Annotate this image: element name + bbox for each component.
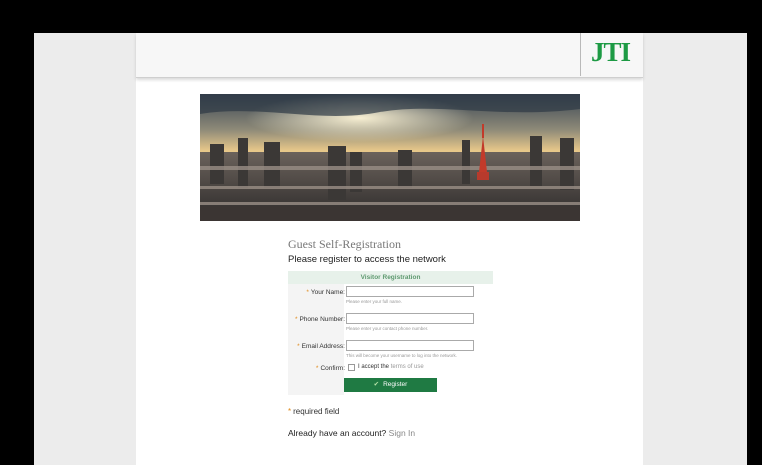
terms-text: I accept the terms of use — [358, 364, 424, 370]
phone-hint: Please enter your contact phone number. — [346, 326, 429, 331]
phone-label: * Phone Number: — [295, 316, 345, 323]
required-marker: * — [306, 289, 309, 296]
confirm-label: * Confirm: — [316, 365, 345, 372]
logo-container: JTI — [580, 33, 643, 76]
account-question: Already have an account? — [288, 428, 387, 438]
banner-image — [200, 94, 580, 221]
form-heading: Visitor Registration — [288, 271, 493, 284]
email-hint: This will become your username to log in… — [346, 353, 458, 358]
page-subtitle: Please register to access the network — [288, 254, 446, 265]
jti-logo: JTI — [591, 37, 631, 67]
site-header: JTI — [136, 33, 643, 78]
required-marker: * — [297, 343, 300, 350]
required-marker: * — [294, 316, 298, 323]
terms-checkbox[interactable] — [348, 364, 355, 371]
name-label-text: Your Name: — [310, 289, 345, 296]
name-hint: Please enter your full name. — [346, 299, 403, 304]
phone-label-text: Phone Number: — [299, 316, 345, 323]
name-field[interactable] — [346, 286, 474, 297]
tokyo-skyline-photo — [200, 94, 580, 221]
email-label-text: Email Address: — [301, 343, 345, 350]
page-title: Guest Self-Registration — [288, 237, 401, 251]
sign-in-link[interactable]: Sign In — [389, 428, 415, 438]
account-prompt: Already have an account? Sign In — [288, 428, 415, 438]
confirm-label-text: Confirm: — [320, 365, 345, 372]
required-marker: * — [315, 365, 319, 372]
terms-prefix: I accept the — [358, 364, 390, 370]
check-icon: ✔ — [373, 381, 380, 388]
register-button[interactable]: ✔ Register — [344, 378, 437, 392]
register-label: Register — [383, 381, 408, 388]
required-field-note: * required field — [288, 407, 339, 416]
required-note-text: required field — [293, 407, 340, 416]
required-marker: * — [288, 407, 292, 416]
browser-viewport: JTI Guest Self-Registration Please regis… — [34, 33, 747, 465]
registration-form: Visitor Registration * Your Name: Please … — [288, 271, 493, 395]
terms-link[interactable]: terms of use — [391, 364, 424, 370]
name-label: * Your Name: — [306, 289, 345, 296]
email-field[interactable] — [346, 340, 474, 351]
phone-field[interactable] — [346, 313, 474, 324]
email-label: * Email Address: — [297, 343, 345, 350]
